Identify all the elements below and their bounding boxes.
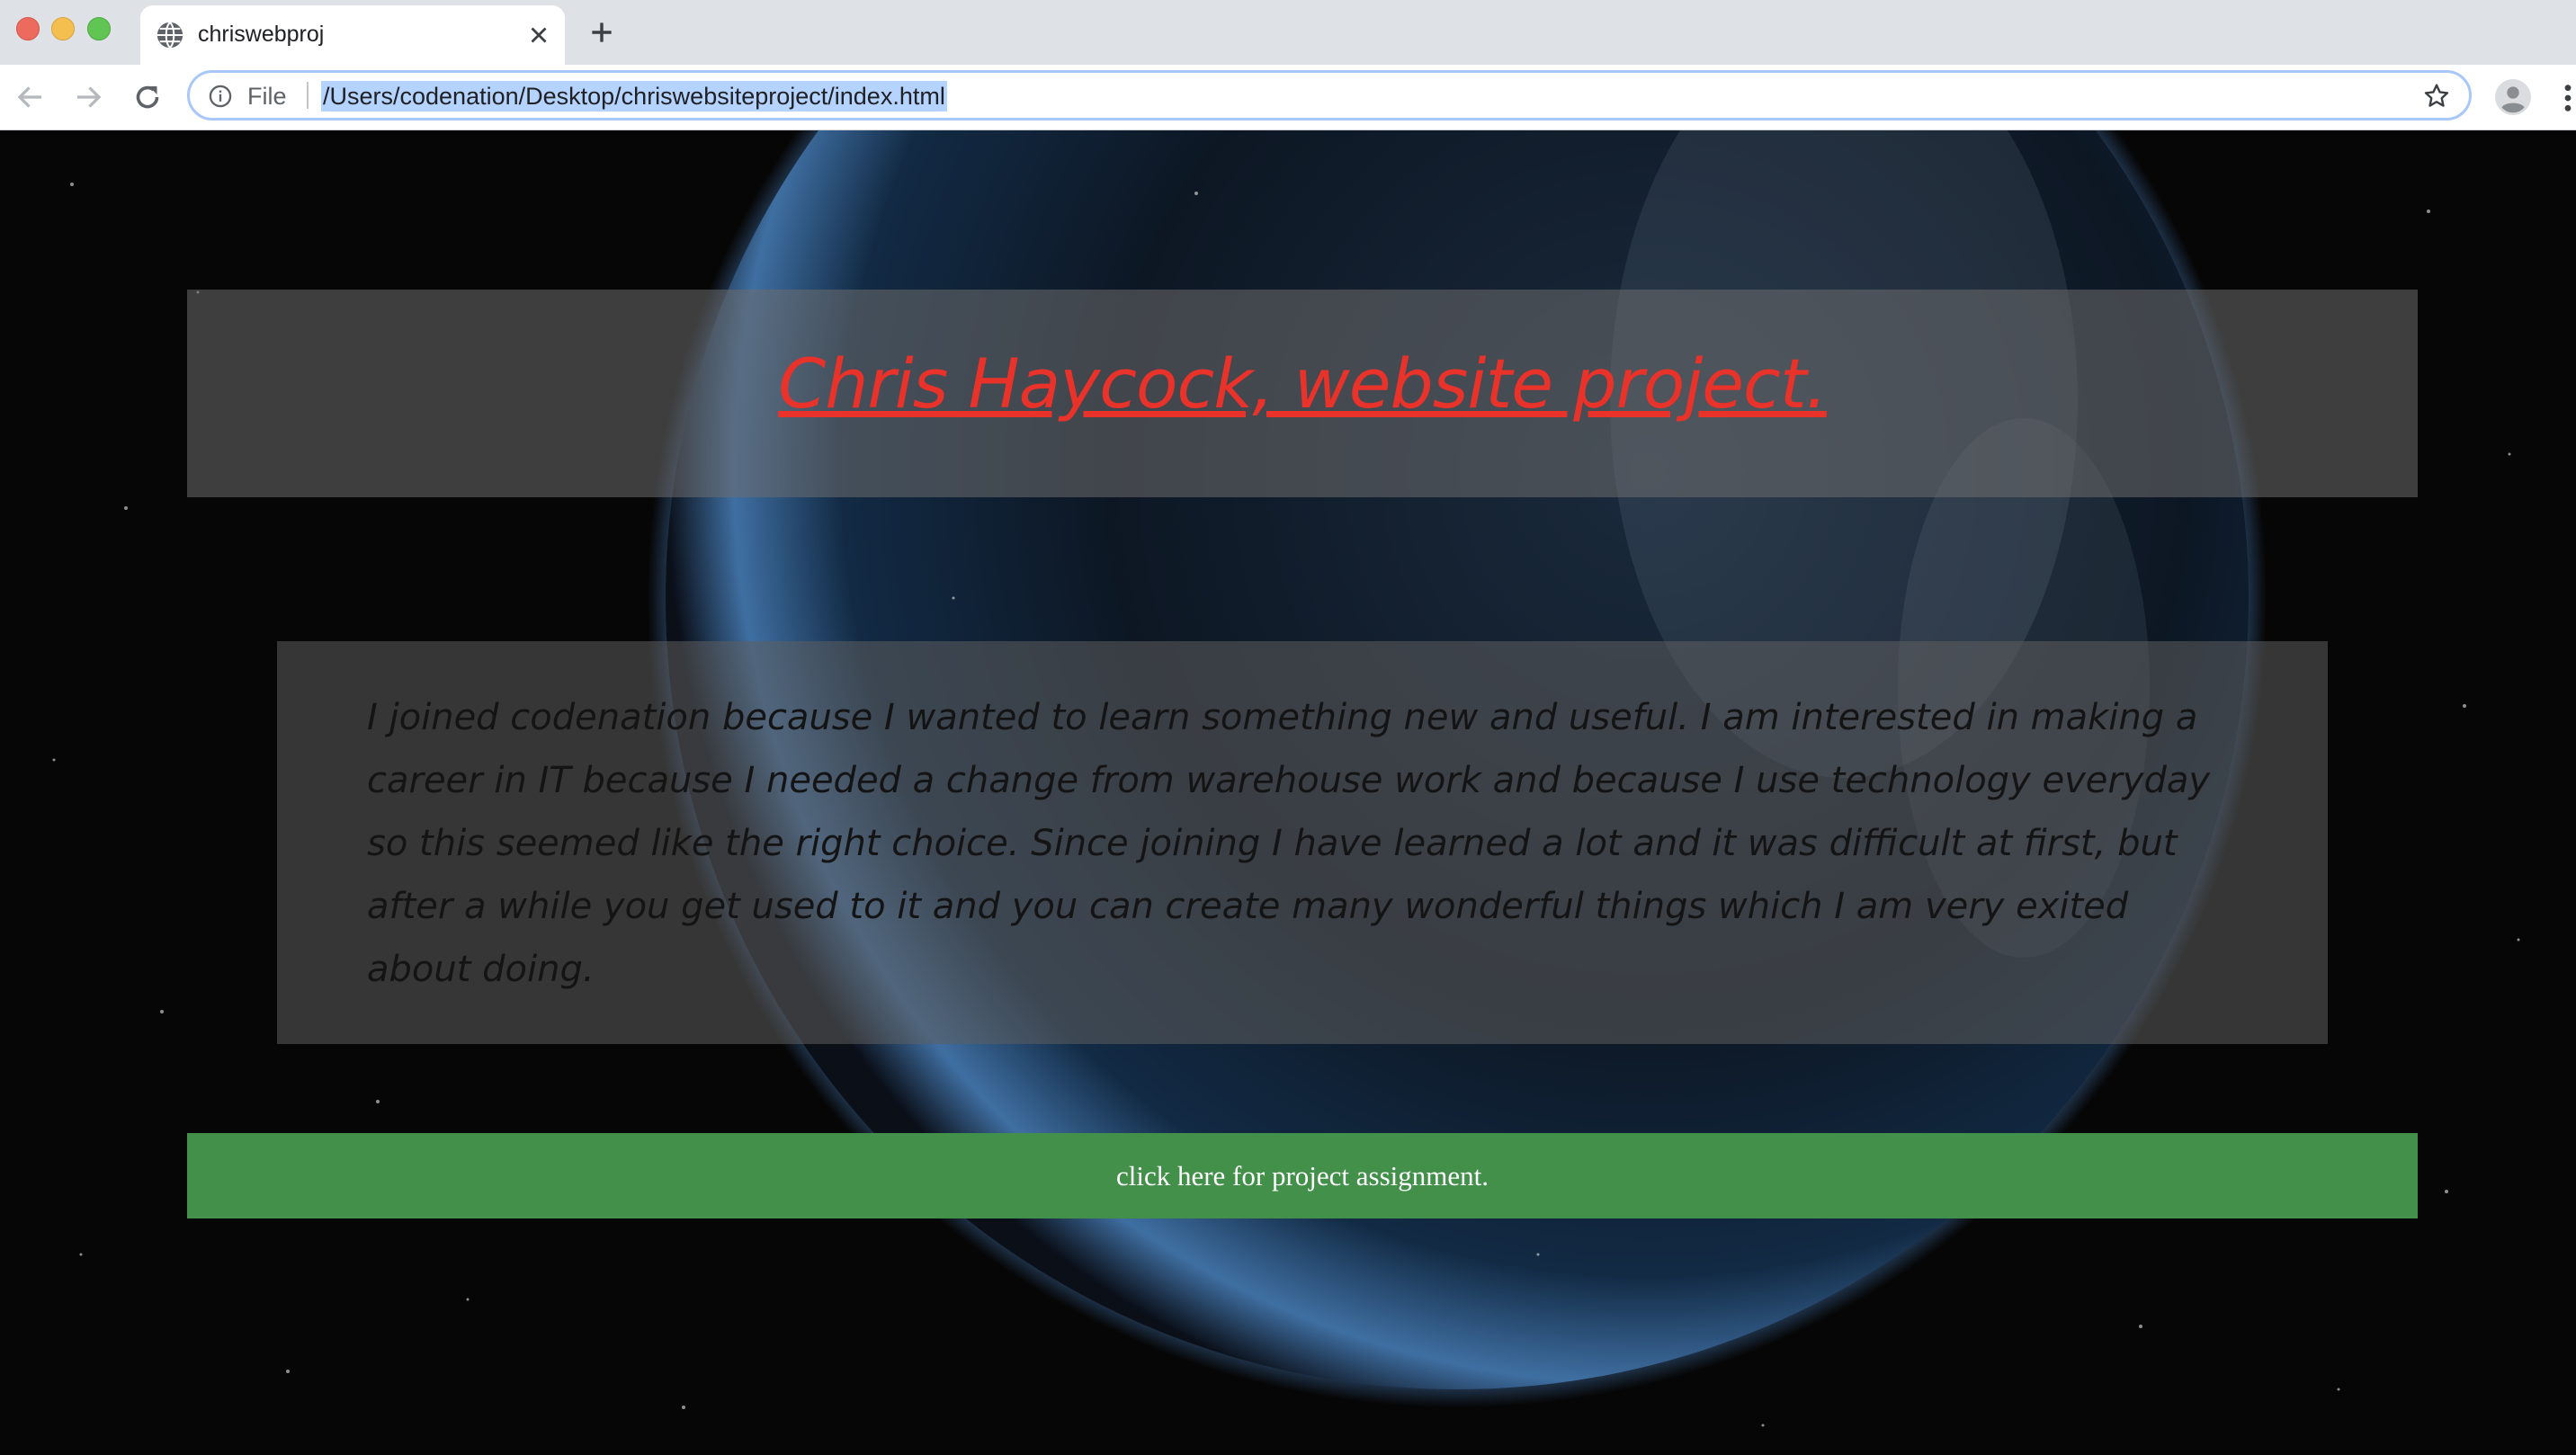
arrow-left-icon[interactable] xyxy=(14,81,47,113)
page-title[interactable]: Chris Haycock, website project. xyxy=(187,344,2418,424)
about-paragraph: I joined codenation because I wanted to … xyxy=(367,697,2211,990)
profile-icon[interactable] xyxy=(2495,79,2531,115)
reload-icon[interactable] xyxy=(131,81,164,113)
address-bar[interactable]: File /Users/codenation/Desktop/chriswebs… xyxy=(187,70,2472,121)
globe-icon xyxy=(157,22,183,49)
header-panel: Chris Haycock, website project. xyxy=(187,290,2418,497)
project-assignment-button[interactable]: click here for project assignment. xyxy=(187,1133,2418,1218)
close-icon[interactable] xyxy=(525,22,552,49)
tab-title: chriswebproj xyxy=(198,22,325,47)
browser-toolbar: File /Users/codenation/Desktop/chriswebs… xyxy=(0,65,2576,130)
about-panel: I joined codenation because I wanted to … xyxy=(277,641,2328,1044)
browser-window: chriswebproj File /Users/codenation/Desk… xyxy=(0,0,2576,1455)
plus-icon[interactable] xyxy=(587,18,616,47)
page-viewport: Chris Haycock, website project. I joined… xyxy=(0,130,2576,1455)
url-text[interactable]: /Users/codenation/Desktop/chriswebsitepr… xyxy=(321,81,947,112)
kebab-menu-icon[interactable] xyxy=(2562,83,2574,113)
address-separator xyxy=(307,82,309,109)
info-icon[interactable] xyxy=(208,84,233,109)
star-icon[interactable] xyxy=(2422,82,2451,111)
maximize-window-button[interactable] xyxy=(87,17,111,40)
tab-strip: chriswebproj xyxy=(0,0,2576,65)
arrow-right-icon[interactable] xyxy=(72,81,104,113)
browser-tab[interactable]: chriswebproj xyxy=(140,5,565,65)
url-scheme-label: File xyxy=(247,83,287,110)
close-window-button[interactable] xyxy=(16,17,40,40)
minimize-window-button[interactable] xyxy=(51,17,75,40)
